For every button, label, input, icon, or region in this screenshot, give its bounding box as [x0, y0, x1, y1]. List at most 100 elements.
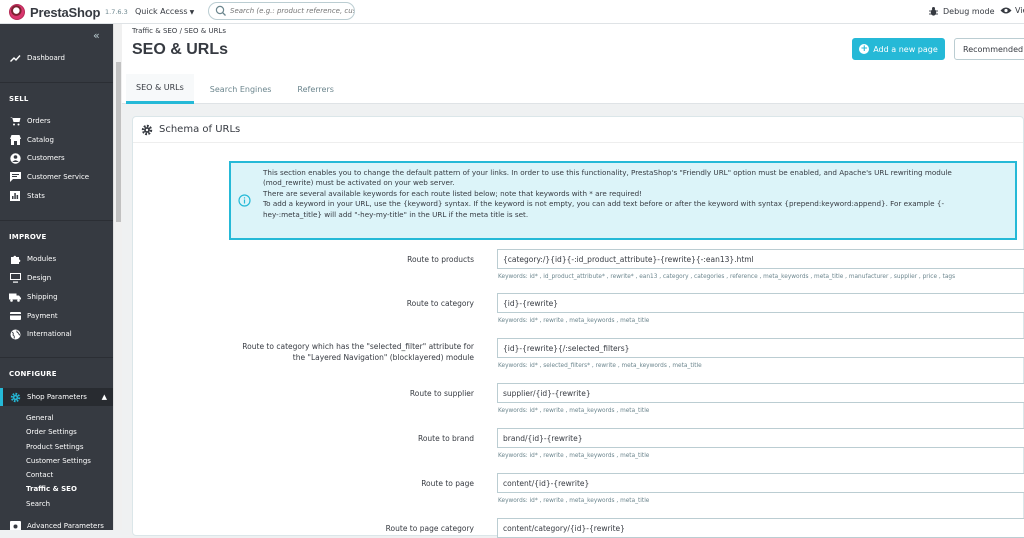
route-page-input[interactable]	[497, 473, 1024, 493]
sidebar-item-customers[interactable]: Customers	[0, 149, 113, 167]
sidebar-nav: « Dashboard SELL Orders Catalog Customer…	[0, 24, 113, 530]
gear-icon	[9, 391, 21, 403]
debug-mode-indicator[interactable]: Debug mode	[928, 6, 995, 17]
route-category-filter-help: Keywords: id* , selected_filters* , rewr…	[498, 363, 702, 369]
puzzle-icon	[9, 253, 21, 265]
collapse-sidebar-icon[interactable]: «	[93, 29, 100, 42]
section-title-sell: SELL	[9, 95, 29, 103]
page-title: SEO & URLs	[132, 41, 229, 58]
bug-icon	[929, 7, 938, 16]
route-page-category-input[interactable]	[497, 518, 1024, 538]
sidebar-item-orders[interactable]: Orders	[0, 112, 113, 130]
breadcrumb-link-seo-urls[interactable]: SEO & URLs	[184, 27, 226, 35]
info-alert: This section enables you to change the d…	[229, 161, 1017, 240]
route-products-label: Route to products	[407, 255, 474, 264]
top-bar: PrestaShop 1.7.6.3 Quick Access▼ Debug m…	[0, 0, 1024, 24]
debug-mode-label: Debug mode	[943, 7, 995, 16]
view-shop-link[interactable]: View my shop	[1000, 6, 1024, 15]
route-page-label: Route to page	[421, 479, 474, 488]
trending-up-icon	[9, 52, 21, 64]
tab-referrers[interactable]: Referrers	[287, 74, 344, 104]
sidebar-divider	[0, 220, 113, 221]
sidebar-divider	[0, 82, 113, 83]
breadcrumb-link-traffic-seo[interactable]: Traffic & SEO	[132, 27, 177, 35]
tab-search-engines[interactable]: Search Engines	[200, 74, 282, 104]
quick-access-label: Quick Access	[135, 7, 188, 16]
page-header: Traffic & SEO / SEO & URLs SEO & URLs + …	[122, 24, 1024, 104]
caret-down-icon: ▼	[189, 9, 195, 16]
sidebar-subitem-product-settings[interactable]: Product Settings	[26, 443, 84, 451]
sidebar-subitem-contact[interactable]: Contact	[26, 471, 53, 479]
chat-icon	[9, 171, 21, 183]
route-products-input[interactable]	[497, 249, 1024, 269]
sidebar-item-customer-service[interactable]: Customer Service	[0, 168, 113, 186]
eye-icon	[1000, 7, 1012, 14]
sidebar-item-modules[interactable]: Modules	[0, 250, 113, 268]
sidebar-item-label: Orders	[27, 117, 51, 125]
route-category-label: Route to category	[406, 299, 474, 308]
alert-line: This section enables you to change the d…	[263, 168, 952, 177]
sidebar-divider	[0, 357, 113, 358]
credit-card-icon	[9, 310, 21, 322]
info-alert-icon-area	[231, 163, 257, 238]
route-category-input[interactable]	[497, 293, 1024, 313]
schema-of-urls-panel: Schema of URLs This section enables you …	[132, 116, 1024, 538]
sidebar-item-label: Design	[27, 274, 52, 282]
quick-access-dropdown[interactable]: Quick Access ▼	[135, 7, 194, 16]
tab-bar: SEO & URLs Search Engines Referrers	[126, 74, 350, 104]
route-brand-input[interactable]	[497, 428, 1024, 448]
account-circle-icon	[9, 152, 21, 164]
route-category-filter-input[interactable]	[497, 338, 1024, 358]
route-products-help: Keywords: id* , id_product_attribute* , …	[498, 274, 956, 280]
route-page-help: Keywords: id* , rewrite , meta_keywords …	[498, 498, 650, 504]
add-new-page-button[interactable]: + Add a new page	[852, 38, 945, 60]
search-box[interactable]	[208, 2, 355, 20]
settings-applications-icon	[9, 520, 21, 530]
sidebar-item-advanced-parameters[interactable]: Advanced Parameters	[0, 517, 113, 530]
panel-title: Schema of URLs	[159, 124, 241, 135]
search-input[interactable]	[230, 7, 354, 15]
puffin-logo-icon	[9, 4, 25, 20]
sidebar-item-payment[interactable]: Payment	[0, 307, 113, 325]
globe-icon	[9, 328, 21, 340]
sidebar-subitem-customer-settings[interactable]: Customer Settings	[26, 457, 91, 465]
chevron-up-icon: ▲	[101, 393, 107, 401]
sidebar-item-label: Shipping	[27, 293, 58, 301]
sidebar-item-shipping[interactable]: Shipping	[0, 288, 113, 306]
sidebar-item-label: Dashboard	[27, 54, 65, 62]
add-circle-icon: +	[859, 44, 870, 54]
breadcrumb: Traffic & SEO / SEO & URLs	[132, 27, 226, 35]
sidebar-item-shop-parameters[interactable]: Shop Parameters ▲	[0, 388, 113, 406]
route-category-filter-label-line1: Route to category which has the "selecte…	[242, 342, 474, 351]
sidebar-item-label: Shop Parameters	[27, 393, 87, 401]
route-supplier-label: Route to supplier	[409, 389, 474, 398]
sidebar-item-design[interactable]: Design	[0, 269, 113, 287]
route-category-filter-label-line2: the "Layered Navigation" (blocklayered) …	[292, 353, 474, 362]
info-alert-text: This section enables you to change the d…	[263, 168, 1011, 220]
route-brand-help: Keywords: id* , rewrite , meta_keywords …	[498, 453, 650, 459]
sidebar-subitem-order-settings[interactable]: Order Settings	[26, 428, 77, 436]
sidebar-item-label: International	[27, 330, 72, 338]
scrollbar-thumb[interactable]	[116, 62, 121, 222]
add-new-page-label: Add a new page	[873, 44, 938, 54]
section-title-improve: IMPROVE	[9, 233, 47, 241]
sidebar-item-stats[interactable]: Stats	[0, 187, 113, 205]
alert-line: (mod_rewrite) must be activated on your …	[263, 178, 455, 188]
sidebar-scrollbar[interactable]	[113, 24, 122, 530]
gear-icon	[141, 124, 153, 135]
sidebar-subitem-traffic-seo[interactable]: Traffic & SEO	[26, 485, 77, 493]
recommended-modules-button[interactable]: Recommended Modules	[954, 38, 1024, 60]
logo-text: PrestaShop	[30, 4, 101, 20]
route-supplier-help: Keywords: id* , rewrite , meta_keywords …	[498, 408, 650, 414]
sidebar-item-international[interactable]: International	[0, 325, 113, 343]
sidebar-subitem-search[interactable]: Search	[26, 500, 50, 508]
tab-seo-urls[interactable]: SEO & URLs	[126, 74, 194, 104]
route-supplier-input[interactable]	[497, 383, 1024, 403]
sidebar-item-dashboard[interactable]: Dashboard	[0, 49, 113, 67]
prestashop-logo[interactable]: PrestaShop	[9, 4, 100, 20]
sidebar-subitem-general[interactable]: General	[26, 414, 54, 422]
breadcrumb-separator: /	[179, 27, 182, 35]
route-page-category-label: Route to page category	[385, 524, 474, 533]
sidebar-item-label: Advanced Parameters	[27, 522, 104, 530]
sidebar-item-catalog[interactable]: Catalog	[0, 131, 113, 149]
